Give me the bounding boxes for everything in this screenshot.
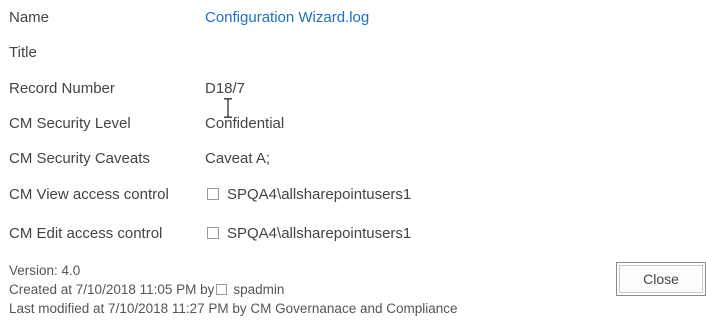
modified-text: Last modified at 7/10/2018 11:27 PM by C… bbox=[9, 301, 458, 316]
user-presence-icon bbox=[207, 188, 219, 200]
version-text: Version: 4.0 bbox=[9, 263, 81, 278]
view-access-user-link[interactable]: SPQA4\allsharepointusers1 bbox=[227, 186, 411, 203]
created-line: Created at 7/10/2018 11:05 PM by spadmin bbox=[9, 281, 284, 299]
created-text: Created at 7/10/2018 11:05 PM by bbox=[9, 282, 215, 297]
created-by-user-link[interactable]: spadmin bbox=[233, 282, 284, 297]
field-label-name: Name bbox=[9, 9, 50, 26]
close-button[interactable]: Close bbox=[616, 262, 706, 296]
field-value-security-level: Confidential bbox=[205, 115, 285, 132]
field-label-record-number: Record Number bbox=[9, 80, 115, 97]
document-name-link[interactable]: Configuration Wizard.log bbox=[205, 6, 369, 30]
text-cursor-icon bbox=[224, 98, 232, 118]
edit-access-user-link[interactable]: SPQA4\allsharepointusers1 bbox=[227, 225, 411, 242]
field-label-security-level: CM Security Level bbox=[9, 115, 131, 132]
field-label-title: Title bbox=[9, 44, 37, 61]
user-presence-icon bbox=[216, 284, 228, 295]
close-button-label: Close bbox=[619, 265, 703, 293]
field-label-edit-access: CM Edit access control bbox=[9, 225, 163, 242]
field-value-edit-access: SPQA4\allsharepointusers1 bbox=[207, 222, 411, 246]
field-value-security-caveats: Caveat A; bbox=[205, 150, 271, 167]
field-label-view-access: CM View access control bbox=[9, 186, 169, 203]
field-value-view-access: SPQA4\allsharepointusers1 bbox=[207, 183, 411, 207]
field-label-security-caveats: CM Security Caveats bbox=[9, 150, 150, 167]
user-presence-icon bbox=[207, 227, 219, 239]
